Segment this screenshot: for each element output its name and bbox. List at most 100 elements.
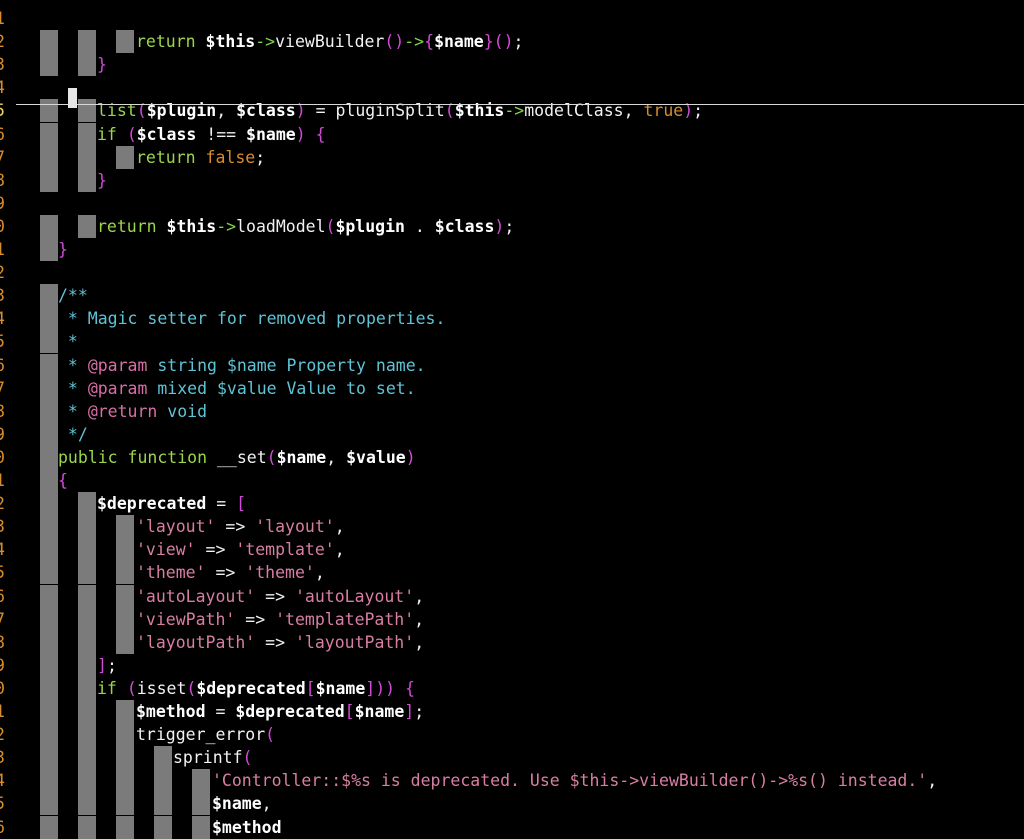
code-text: 'viewPath' => 'templatePath', [136, 608, 424, 631]
indent-guide [40, 30, 58, 54]
code-line[interactable]: 2 trigger_error( [0, 723, 1024, 747]
line-number: 5 [0, 561, 15, 584]
line-number: 8 [0, 169, 15, 192]
punctuation-token: ) [295, 124, 306, 144]
indent-guide [78, 99, 96, 123]
indent-guide [116, 561, 134, 585]
code-line[interactable]: 6 if ($class !== $name) { [0, 122, 1024, 146]
punctuation-token: } [483, 32, 494, 52]
indent-guide [78, 723, 96, 747]
punctuation-token: { [58, 471, 68, 490]
variable-token: $deprecated [97, 494, 207, 514]
comment-token: */ [58, 424, 88, 444]
text-token: ; [504, 216, 515, 236]
indent-guide [40, 607, 58, 631]
code-line[interactable]: 2 $deprecated = [ [0, 492, 1024, 516]
punctuation-token: } [97, 55, 107, 75]
code-line[interactable]: 1} [0, 238, 1024, 262]
punctuation-token: [ [236, 494, 247, 514]
punctuation-token: { [405, 678, 415, 698]
punctuation-token: ) [494, 216, 505, 236]
code-line[interactable]: 5 * [0, 330, 1024, 354]
text-token: , [414, 609, 425, 629]
code-line[interactable]: 7 return false; [0, 145, 1024, 169]
indent-guide [40, 630, 58, 654]
indent-guide [116, 145, 134, 169]
line-number: 5 [0, 330, 15, 353]
string-token: 'layoutPath' [136, 632, 256, 652]
code-line[interactable]: 1 [0, 7, 1024, 30]
code-line[interactable]: 4 'view' => 'template', [0, 538, 1024, 562]
keyword-token: return [97, 216, 167, 236]
code-line[interactable]: 8} [0, 168, 1024, 192]
code-line[interactable]: 9 */ [0, 422, 1024, 446]
indent-guide [78, 700, 96, 724]
indent-guide [40, 238, 58, 262]
text-token: ; [513, 32, 524, 52]
code-line[interactable]: 6 * @param string $name Property name. [0, 353, 1024, 377]
punctuation-token: [ [344, 702, 355, 721]
code-line[interactable]: 5 'theme' => 'theme', [0, 561, 1024, 585]
code-line[interactable]: 7 * @param mixed $value Value to set. [0, 376, 1024, 400]
indent-guide [78, 30, 96, 54]
indent-guide [78, 492, 96, 516]
arrow-operator-token: -> [404, 32, 425, 52]
line-number: 4 [0, 769, 15, 792]
code-text: 'autoLayout' => 'autoLayout', [136, 585, 424, 608]
line-number: 2 [0, 723, 15, 746]
indent-guide [78, 214, 96, 238]
identifier-token: isset [136, 678, 187, 698]
code-line[interactable]: 9]; [0, 653, 1024, 677]
code-line[interactable]: 3 sprintf( [0, 746, 1024, 770]
text-token: => [255, 632, 295, 652]
indent-guide [78, 792, 96, 816]
line-number: 0 [0, 215, 15, 238]
code-line[interactable]: 5 list($plugin, $class) = pluginSplit($th… [0, 99, 1024, 123]
code-line[interactable]: 2return $this->viewBuilder()->{$name}(); [0, 30, 1024, 54]
text-token: => [235, 609, 276, 629]
code-line[interactable]: 4 * Magic setter for removed properties. [0, 307, 1024, 331]
code-line[interactable]: 3 /** [0, 284, 1024, 308]
keyword-token: return [136, 147, 206, 167]
code-line[interactable]: 4 [0, 76, 1024, 99]
text-token: , [927, 771, 938, 791]
code-line[interactable]: 0if (isset($deprecated[$name])) { [0, 676, 1024, 700]
code-line[interactable]: 2 [0, 261, 1024, 284]
code-line[interactable]: 9 [0, 192, 1024, 215]
string-token: 'template' [235, 540, 335, 560]
indent-guide [78, 168, 96, 192]
code-line[interactable]: 3 'layout' => 'layout', [0, 515, 1024, 539]
code-line[interactable]: 5 $name, [0, 792, 1024, 816]
indent-guide [78, 769, 96, 793]
indent-guide [192, 815, 210, 839]
indent-guide [40, 214, 58, 238]
string-token: 'viewPath' [136, 609, 236, 629]
indent-guide [78, 653, 96, 677]
code-line[interactable]: 3} [0, 53, 1024, 77]
indent-guide [78, 746, 96, 770]
code-line[interactable]: 8 * @return void [0, 399, 1024, 423]
string-token: 'view' [136, 540, 196, 560]
text-token: = [206, 494, 237, 514]
code-text: * @param string $name Property name. [58, 354, 426, 377]
code-editor[interactable]: 12return $this->viewBuilder()->{$name}()… [0, 0, 1024, 839]
punctuation-token: ( [265, 725, 276, 745]
line-number: 9 [0, 192, 15, 215]
code-line[interactable]: 0 public function __set($name, $value) [0, 445, 1024, 469]
code-line[interactable]: 7 'viewPath' => 'templatePath', [0, 607, 1024, 631]
code-line[interactable]: 0 return $this->loadModel($plugin . $clas… [0, 214, 1024, 238]
code-line[interactable]: 8 'layoutPath' => 'layoutPath', [0, 630, 1024, 654]
boolean-token: false [205, 147, 256, 167]
code-line[interactable]: 1 $method = $deprecated[$name]; [0, 700, 1024, 724]
code-line[interactable]: 4 'Controller::$%s is deprecated. Use $th… [0, 769, 1024, 793]
code-line[interactable]: 1{ [0, 469, 1024, 493]
text-token: => [195, 540, 236, 560]
code-line[interactable]: 6 $method [0, 815, 1024, 839]
code-line[interactable]: 6 'autoLayout' => 'autoLayout', [0, 584, 1024, 608]
line-number: 8 [0, 631, 15, 654]
indent-guide [40, 330, 58, 354]
line-number: 3 [0, 53, 15, 76]
line-number: 9 [0, 654, 15, 677]
text-token: , [326, 447, 347, 467]
